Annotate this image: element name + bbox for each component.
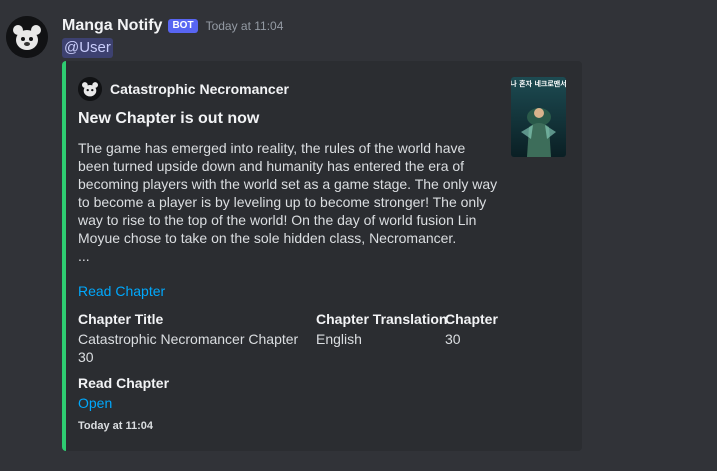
thumbnail-title-text: 나 혼자 네크로맨서: [511, 79, 566, 88]
field-name: Chapter Translation: [316, 311, 448, 327]
embed-footer-timestamp: Today at 11:04: [78, 420, 153, 432]
chat-message: Manga Notify BOT Today at 11:04 @User Ca…: [0, 0, 717, 471]
field-chapter-translation: Chapter Translation English: [316, 310, 448, 348]
user-mention[interactable]: @User: [62, 38, 113, 58]
embed-title: New Chapter is out now: [78, 110, 260, 127]
author-icon: [78, 77, 102, 101]
field-value: Catastrophic Necromancer Chapter 30: [78, 331, 299, 365]
read-chapter-link[interactable]: Read Chapter: [78, 283, 165, 299]
bot-badge: BOT: [168, 19, 198, 33]
field-name: Chapter: [445, 311, 498, 327]
embed-author: Catastrophic Necromancer: [78, 77, 289, 101]
field-chapter: Chapter 30: [445, 310, 525, 348]
field-read-chapter: Read Chapter Open: [78, 374, 278, 412]
bot-avatar-icon[interactable]: [6, 16, 48, 58]
description-text: The game has emerged into reality, the r…: [78, 140, 498, 246]
message-timestamp: Today at 11:04: [205, 19, 284, 33]
username[interactable]: Manga Notify: [62, 17, 162, 35]
field-value: English: [316, 331, 362, 347]
description-ellipsis: ...: [78, 248, 90, 264]
field-name: Chapter Title: [78, 311, 164, 327]
field-chapter-title: Chapter Title Catastrophic Necromancer C…: [78, 310, 306, 366]
open-link[interactable]: Open: [78, 395, 112, 411]
embed-author-name: Catastrophic Necromancer: [110, 81, 289, 97]
manga-cover-thumbnail[interactable]: 나 혼자 네크로맨서: [511, 77, 566, 157]
field-name: Read Chapter: [78, 375, 170, 391]
embed-description: The game has emerged into reality, the r…: [78, 139, 498, 265]
message-header: Manga Notify BOT Today at 11:04: [62, 15, 283, 37]
field-value: 30: [445, 331, 461, 347]
embed-card: Catastrophic Necromancer 나 혼자 네크로맨서 New …: [62, 61, 582, 451]
